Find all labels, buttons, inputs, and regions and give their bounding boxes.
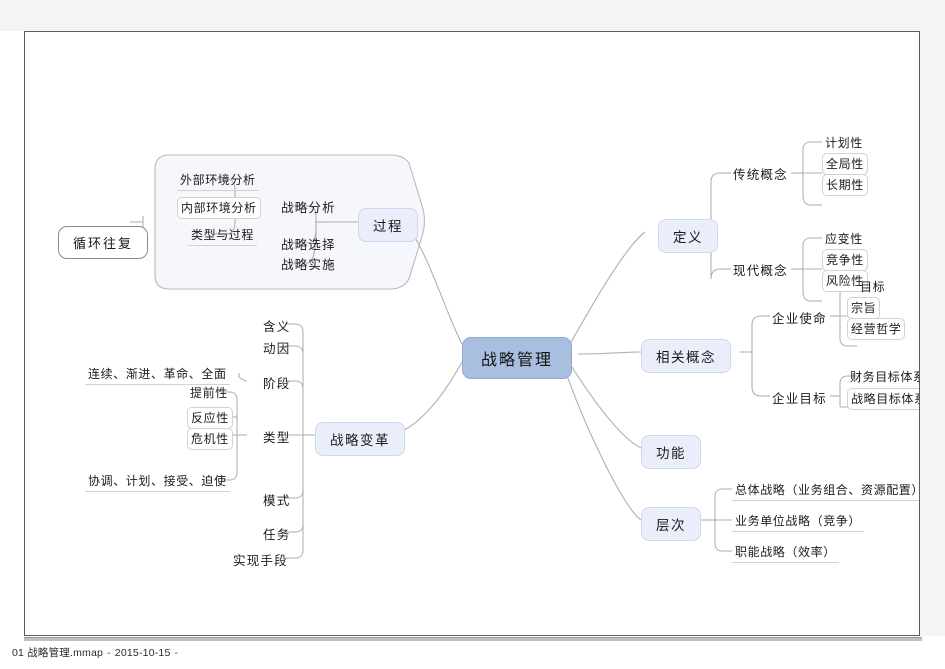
subnode-hanyi[interactable]: 含义: [261, 315, 292, 337]
root-node[interactable]: 战略管理: [462, 337, 573, 379]
leaf-quanjuxing[interactable]: 全局性: [822, 153, 868, 175]
mindmap-canvas[interactable]: 战略管理 循环往复 过程 战略分析 战略选择 战略实施 外部环境分析 内部环境分…: [24, 31, 920, 636]
leaf-weijixing[interactable]: 危机性: [187, 428, 233, 450]
statusbar-divider: [24, 637, 922, 641]
leaf-yingbianxing[interactable]: 应变性: [822, 229, 866, 249]
branch-node-zhanlue-biange[interactable]: 战略变革: [315, 422, 405, 456]
leaf-waibu-huanjing-fenxi[interactable]: 外部环境分析: [177, 170, 259, 191]
subnode-leixing[interactable]: 类型: [261, 426, 292, 448]
branch-node-guocheng[interactable]: 过程: [358, 208, 418, 242]
statusbar-date: 2015-10-15: [114, 647, 171, 659]
leaf-jingzhengxing[interactable]: 竞争性: [822, 249, 868, 271]
statusbar-separator-1: -: [107, 647, 111, 659]
leaf-lianxu-jianjin-geming-quanmian[interactable]: 连续、渐进、革命、全面: [85, 364, 230, 385]
subnode-jieduan[interactable]: 阶段: [261, 372, 292, 394]
subnode-dongyin[interactable]: 动因: [261, 337, 292, 359]
leaf-caiwu-mubiao-tixi[interactable]: 财务目标体系: [847, 367, 919, 387]
leaf-leixing-yu-guocheng[interactable]: 类型与过程: [188, 225, 258, 246]
branch-node-dingyi[interactable]: 定义: [658, 219, 718, 253]
subnode-shixian-shouduan[interactable]: 实现手段: [231, 549, 290, 571]
callout-node-xunhuanwangfu[interactable]: 循环往复: [58, 226, 149, 259]
statusbar: 01 战略管理.mmap -2015-10-15-: [12, 643, 512, 663]
leaf-mubiao[interactable]: 目标: [857, 277, 888, 297]
leaf-neibu-huanjing-fenxi[interactable]: 内部环境分析: [177, 197, 261, 219]
statusbar-separator-2: -: [174, 647, 179, 659]
leaf-jingying-zhexue[interactable]: 经营哲学: [847, 318, 906, 340]
leaf-zhanlue-mubiao-tixi[interactable]: 战略目标体系: [847, 388, 919, 410]
leaf-zhineng-zhanlue[interactable]: 职能战略（效率）: [732, 542, 839, 563]
subnode-chuantong-gainian[interactable]: 传统概念: [731, 163, 790, 185]
subnode-zhanlue-fenxi[interactable]: 战略分析: [279, 196, 338, 218]
subnode-zhanlue-shishi[interactable]: 战略实施: [279, 253, 338, 275]
leaf-fanyingxing[interactable]: 反应性: [187, 407, 233, 429]
leaf-jihuaxing[interactable]: 计划性: [822, 133, 866, 153]
statusbar-document-name: 01 战略管理.mmap: [12, 647, 104, 659]
leaf-zongti-zhanlue[interactable]: 总体战略（业务组合、资源配置）: [732, 480, 919, 501]
canvas-left-gutter: [0, 31, 24, 669]
mindmap-application-window: 战略管理 循环往复 过程 战略分析 战略选择 战略实施 外部环境分析 内部环境分…: [0, 0, 945, 669]
leaf-changqixing[interactable]: 长期性: [822, 174, 868, 196]
subnode-renwu[interactable]: 任务: [261, 523, 292, 545]
leaf-tiqianxing[interactable]: 提前性: [187, 383, 231, 403]
subnode-zhanlue-xuanze[interactable]: 战略选择: [279, 233, 338, 255]
subnode-xiandai-gainian[interactable]: 现代概念: [731, 259, 790, 281]
subnode-moshi[interactable]: 模式: [261, 489, 292, 511]
branch-node-xiangguan-gainian[interactable]: 相关概念: [641, 339, 731, 373]
leaf-yewu-danwei-zhanlue[interactable]: 业务单位战略（竞争）: [732, 511, 865, 532]
leaf-zongzhi[interactable]: 宗旨: [847, 297, 881, 319]
leaf-xietiao-jihua-jieshou-poshi[interactable]: 协调、计划、接受、迫使: [85, 471, 230, 492]
subnode-qiye-mubiao[interactable]: 企业目标: [770, 387, 829, 409]
subnode-qiye-shiming[interactable]: 企业使命: [770, 307, 829, 329]
branch-node-gongneng[interactable]: 功能: [641, 435, 701, 469]
branch-node-cengci[interactable]: 层次: [641, 507, 701, 541]
